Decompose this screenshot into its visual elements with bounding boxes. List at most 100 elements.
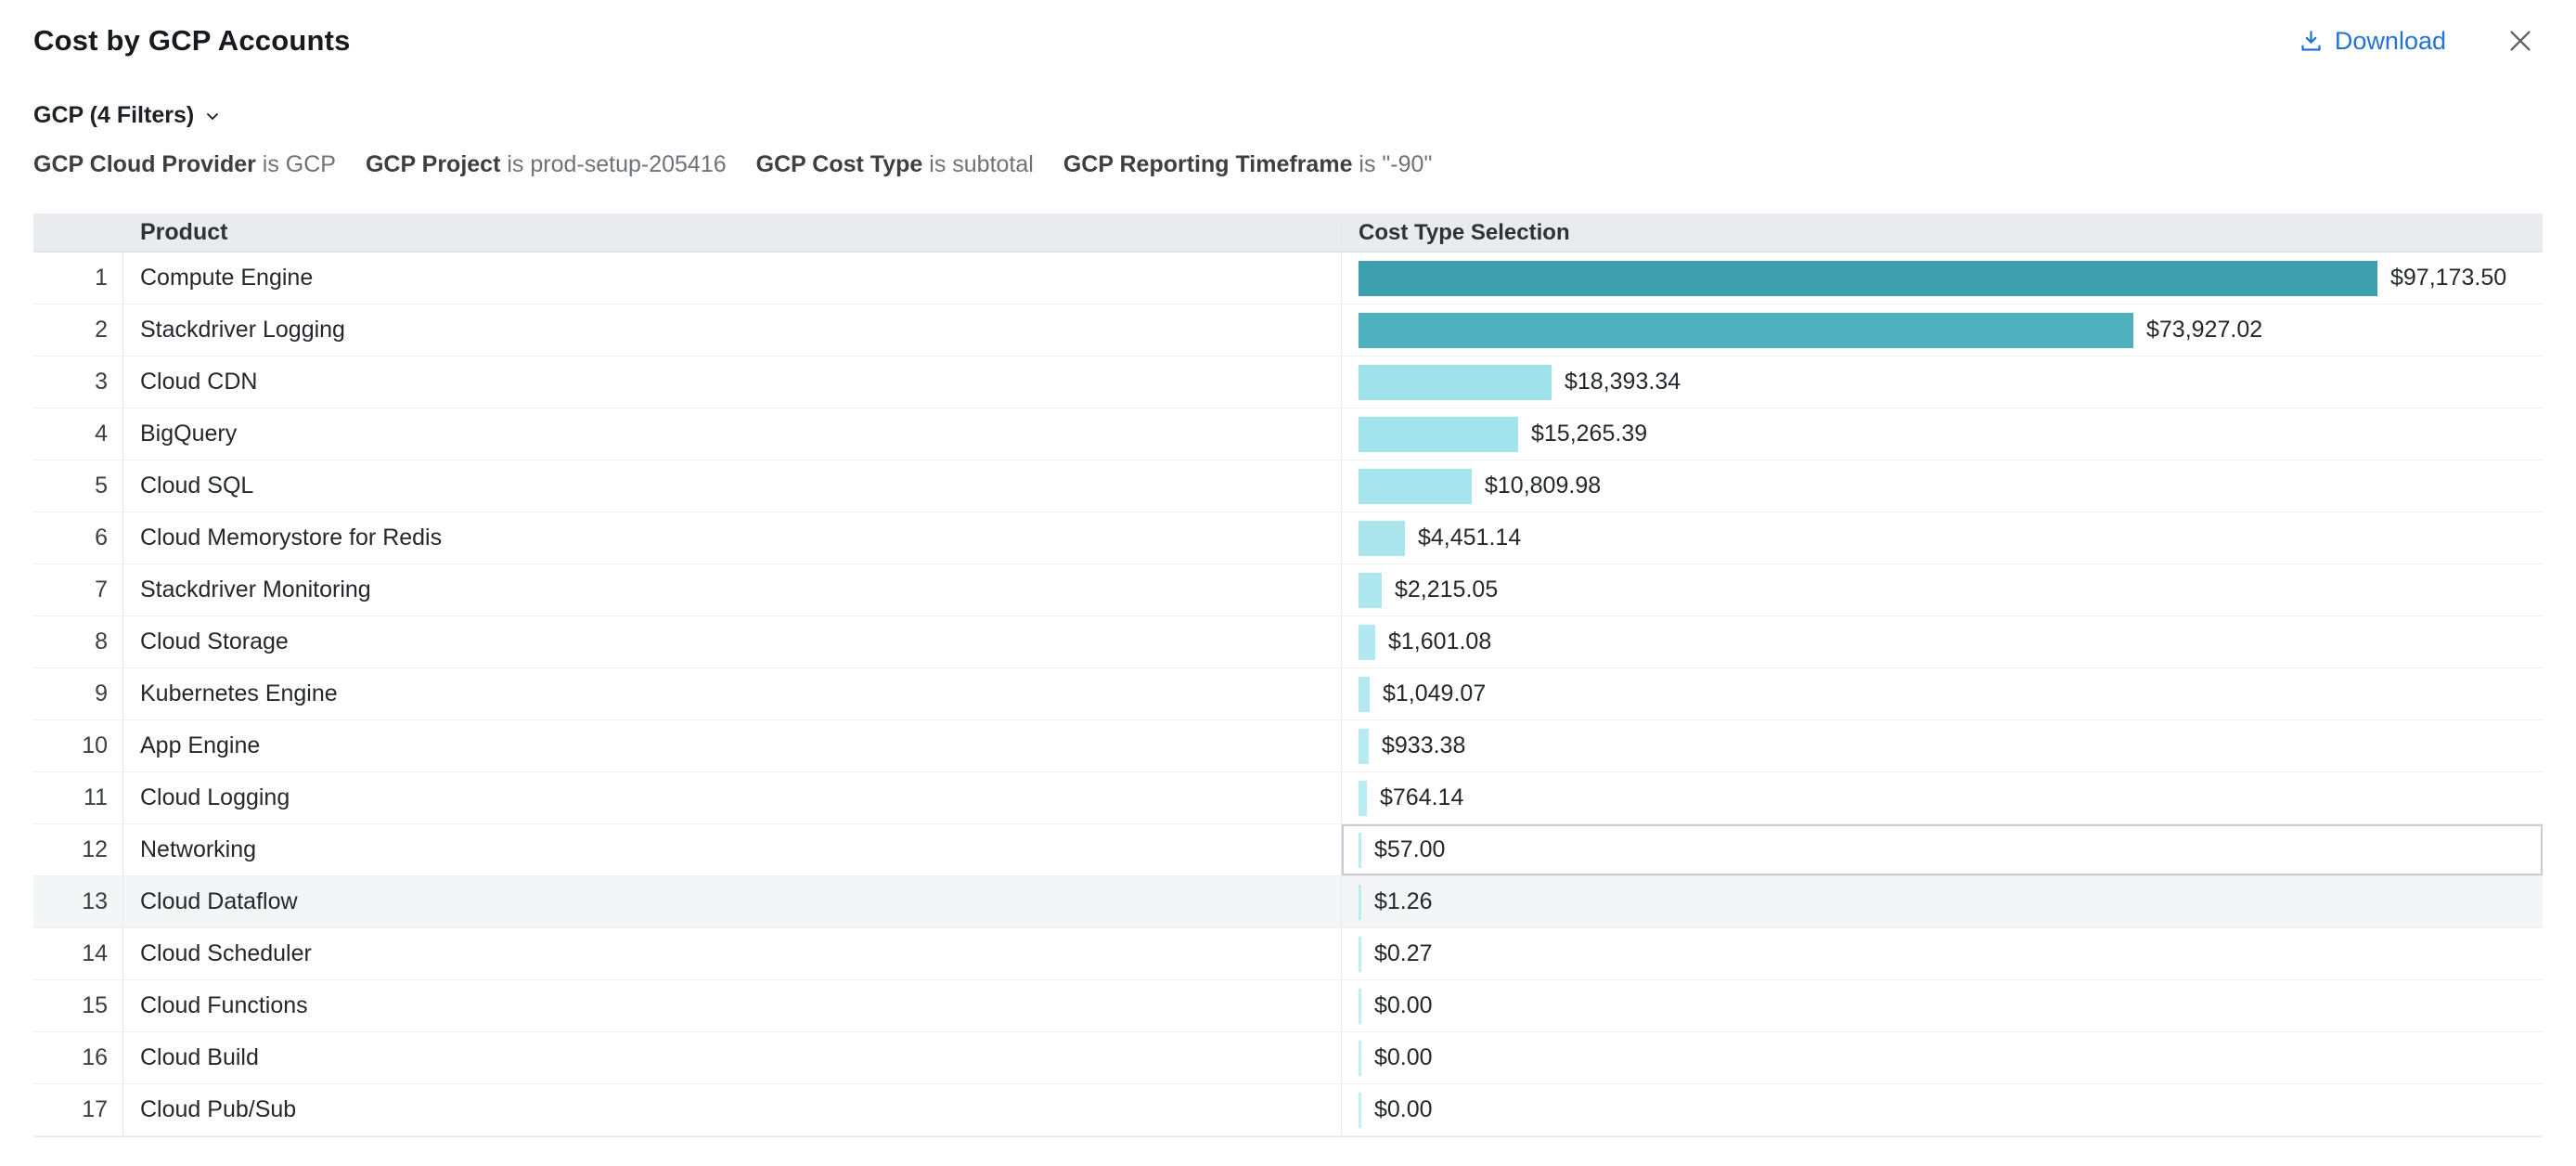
cost-cell[interactable]: $1.26 — [1342, 876, 2543, 927]
product-cell: Networking — [123, 824, 1342, 875]
row-index: 10 — [33, 720, 123, 771]
product-cell: Cloud Logging — [123, 772, 1342, 823]
download-icon — [2299, 29, 2324, 54]
cost-bar[interactable] — [1359, 1041, 1361, 1076]
table-row[interactable]: 15Cloud Functions $0.00 — [33, 980, 2543, 1032]
cost-value: $0.00 — [1374, 992, 1433, 1019]
cost-cell[interactable]: $73,927.02 — [1342, 304, 2543, 356]
table-row[interactable]: 9Kubernetes Engine$1,049.07 — [33, 668, 2543, 720]
table-row[interactable]: 10App Engine$933.38 — [33, 720, 2543, 772]
row-index: 13 — [33, 876, 123, 927]
product-cell: Cloud Functions — [123, 980, 1342, 1031]
row-index: 12 — [33, 824, 123, 875]
product-cell: Compute Engine — [123, 253, 1342, 304]
header-product: Product — [123, 219, 1342, 246]
filter-chip[interactable]: GCP Project is prod-setup-205416 — [366, 151, 727, 178]
table-row[interactable]: 8Cloud Storage$1,601.08 — [33, 616, 2543, 668]
cost-cell[interactable]: $0.00 — [1342, 1084, 2543, 1135]
filter-chip[interactable]: GCP Reporting Timeframe is "-90" — [1063, 151, 1432, 178]
table-row[interactable]: 16Cloud Build$0.00 — [33, 1032, 2543, 1084]
product-cell: Stackdriver Monitoring — [123, 564, 1342, 615]
page-title: Cost by GCP Accounts — [33, 24, 351, 58]
filter-chip[interactable]: GCP Cost Type is subtotal — [756, 151, 1034, 178]
row-index: 6 — [33, 512, 123, 564]
cost-cell[interactable]: $97,173.50 — [1342, 253, 2543, 304]
table-row[interactable]: 13Cloud Dataflow$1.26 — [33, 876, 2543, 928]
filter-field: GCP Project — [366, 151, 500, 177]
close-icon — [2505, 26, 2535, 56]
cost-table: Product Cost Type Selection 1Compute Eng… — [33, 214, 2543, 1137]
table-row[interactable]: 11Cloud Logging$764.14 — [33, 772, 2543, 824]
cost-cell[interactable]: $10,809.98 — [1342, 460, 2543, 512]
cost-value: $0.27 — [1374, 940, 1433, 967]
download-label: Download — [2335, 27, 2446, 56]
filter-chip[interactable]: GCP Cloud Provider is GCP — [33, 151, 336, 178]
cost-value: $764.14 — [1380, 784, 1463, 811]
cost-cell[interactable]: $4,451.14 — [1342, 512, 2543, 564]
cost-value: $933.38 — [1382, 732, 1465, 759]
cost-cell[interactable]: $933.38 — [1342, 720, 2543, 771]
cost-value: $97,173.50 — [2390, 265, 2506, 292]
filter-field: GCP Reporting Timeframe — [1063, 151, 1353, 177]
row-index: 15 — [33, 980, 123, 1031]
cost-cell[interactable]: $764.14 — [1342, 772, 2543, 823]
row-index: 14 — [33, 928, 123, 979]
cost-bar[interactable] — [1359, 521, 1405, 556]
filter-condition: is GCP — [256, 151, 336, 177]
table-row[interactable]: 14Cloud Scheduler $0.27 — [33, 928, 2543, 980]
cost-cell[interactable]: $18,393.34 — [1342, 356, 2543, 408]
cost-value: $0.00 — [1374, 1096, 1433, 1123]
table-row[interactable]: 12Networking $57.00 — [33, 824, 2543, 876]
cost-bar[interactable] — [1359, 469, 1472, 504]
row-index: 4 — [33, 408, 123, 460]
filter-list: GCP Cloud Provider is GCP GCP Project is … — [33, 151, 2576, 178]
filters-dropdown[interactable]: GCP (4 Filters) — [33, 102, 222, 129]
cost-cell[interactable]: $57.00 — [1342, 824, 2543, 875]
cost-cell[interactable]: $0.00 — [1342, 1032, 2543, 1083]
cost-bar[interactable] — [1359, 781, 1367, 816]
cost-bar[interactable] — [1359, 729, 1369, 764]
table-row[interactable]: 6Cloud Memorystore for Redis$4,451.14 — [33, 512, 2543, 564]
table-row[interactable]: 17Cloud Pub/Sub$0.00 — [33, 1084, 2543, 1136]
cost-cell[interactable]: $1,601.08 — [1342, 616, 2543, 667]
product-cell: Cloud Build — [123, 1032, 1342, 1083]
row-index: 7 — [33, 564, 123, 615]
cost-value: $15,265.39 — [1531, 421, 1647, 447]
cost-value: $57.00 — [1374, 836, 1445, 863]
row-index: 9 — [33, 668, 123, 719]
cost-bar[interactable] — [1359, 573, 1382, 608]
product-cell: Cloud Scheduler — [123, 928, 1342, 979]
cost-value: $1,601.08 — [1388, 628, 1491, 655]
table-row[interactable]: 5Cloud SQL$10,809.98 — [33, 460, 2543, 512]
cost-bar[interactable] — [1359, 885, 1361, 920]
cost-bar[interactable] — [1359, 833, 1361, 868]
chevron-down-icon — [203, 107, 222, 125]
cost-cell[interactable]: $1,049.07 — [1342, 668, 2543, 719]
cost-bar[interactable] — [1359, 261, 2377, 296]
cost-bar[interactable] — [1359, 313, 2133, 348]
table-row[interactable]: 7Stackdriver Monitoring$2,215.05 — [33, 564, 2543, 616]
table-row[interactable]: 2Stackdriver Logging$73,927.02 — [33, 304, 2543, 356]
cost-bar[interactable] — [1359, 937, 1361, 972]
filter-field: GCP Cost Type — [756, 151, 923, 177]
cost-bar[interactable] — [1359, 677, 1370, 712]
cost-bar[interactable] — [1359, 417, 1518, 452]
row-index: 8 — [33, 616, 123, 667]
modal-header: Cost by GCP Accounts Download — [0, 0, 2576, 58]
cost-value: $1.26 — [1374, 888, 1433, 915]
cost-cell[interactable]: $0.00 — [1342, 980, 2543, 1031]
cost-cell[interactable]: $15,265.39 — [1342, 408, 2543, 460]
download-button[interactable]: Download — [2299, 27, 2446, 56]
cost-bar[interactable] — [1359, 989, 1361, 1024]
cost-bar[interactable] — [1359, 1093, 1361, 1128]
table-row[interactable]: 4BigQuery$15,265.39 — [33, 408, 2543, 460]
cost-cell[interactable]: $0.27 — [1342, 928, 2543, 979]
cost-value: $0.00 — [1374, 1044, 1433, 1071]
cost-bar[interactable] — [1359, 625, 1375, 660]
cost-cell[interactable]: $2,215.05 — [1342, 564, 2543, 615]
close-button[interactable] — [2505, 26, 2535, 56]
row-index: 1 — [33, 253, 123, 304]
table-row[interactable]: 3Cloud CDN$18,393.34 — [33, 356, 2543, 408]
cost-bar[interactable] — [1359, 365, 1552, 400]
table-row[interactable]: 1Compute Engine $97,173.50 — [33, 253, 2543, 304]
